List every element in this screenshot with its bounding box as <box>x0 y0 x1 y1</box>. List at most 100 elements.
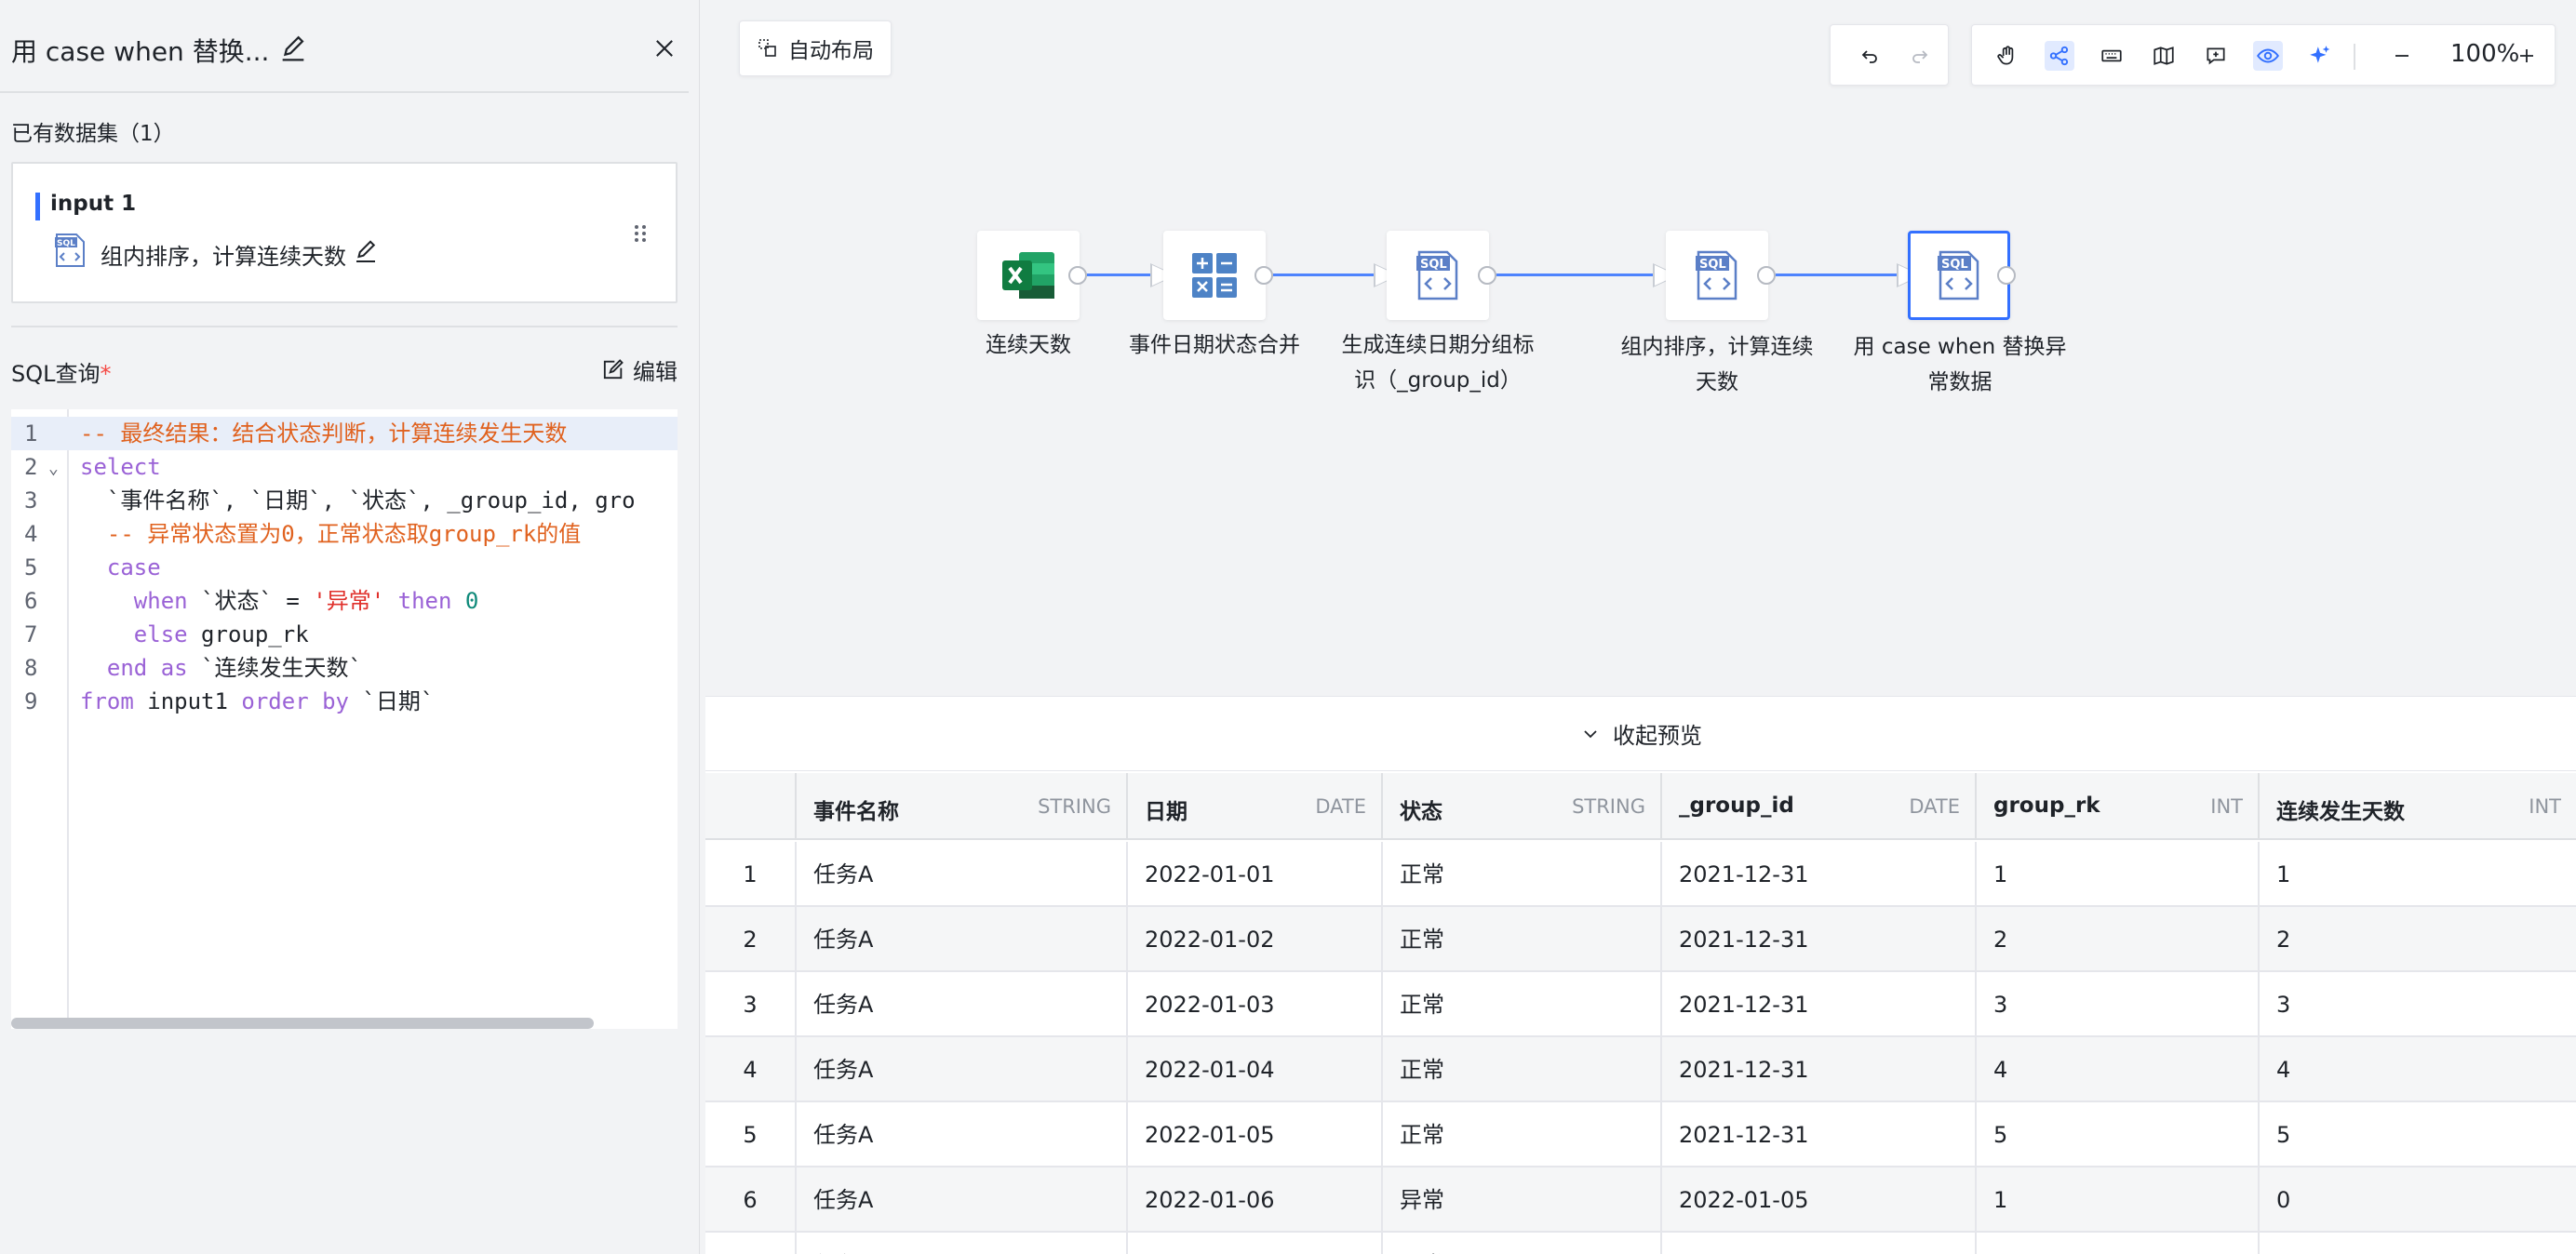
svg-text:SQL: SQL <box>1420 258 1447 272</box>
flow-edge <box>1273 273 1385 276</box>
table-cell: 异常 <box>1383 1167 1662 1233</box>
table-cell: 1 <box>1977 842 2260 907</box>
output-port[interactable] <box>1997 266 2016 285</box>
table-row[interactable]: 1 任务A 2022-01-01 正常 2021-12-31 1 1 <box>705 842 2576 907</box>
table-cell: 任务A <box>797 972 1128 1037</box>
table-cell: 正常 <box>1383 907 1662 972</box>
table-cell: 正常 <box>1383 842 1662 907</box>
data-preview-panel: 收起预览 事件名称 STRING 日期 DATE 状态 STRING _group_i… <box>705 696 2576 1254</box>
undo-button[interactable] <box>1855 41 1885 71</box>
minimap-button[interactable] <box>2149 41 2179 71</box>
row-index: 4 <box>705 1037 797 1102</box>
auto-layout-button[interactable]: 自动布局 <box>739 20 892 76</box>
connect-button[interactable] <box>2045 41 2074 71</box>
comment-button[interactable] <box>2201 41 2231 71</box>
sql-icon: SQL <box>1938 250 1979 300</box>
plus-icon <box>2520 49 2533 62</box>
table-cell: 2022-01-04 <box>1128 1037 1383 1102</box>
table-cell: 2022-01-01 <box>1128 842 1383 907</box>
table-row[interactable]: 6 任务A 2022-01-06 异常 2022-01-05 1 0 <box>705 1167 2576 1233</box>
close-icon[interactable] <box>651 35 678 61</box>
output-port[interactable] <box>1478 266 1496 285</box>
table-cell: 2022-01-02 <box>1128 907 1383 972</box>
table-cell: 1 <box>1977 1233 2260 1254</box>
column-header[interactable]: 状态 STRING <box>1383 773 1662 840</box>
drag-handle-icon[interactable] <box>631 221 650 246</box>
table-cell: 2022-01-04 <box>1662 1233 1977 1254</box>
node-label: 用 case when 替换异 常数据 <box>1853 335 2067 394</box>
edit-icon <box>603 358 624 379</box>
canvas-toolbar: 100% <box>1971 24 2556 86</box>
sql-editor[interactable]: 1 -- 最终结果：结合状态判断，计算连续发生天数 2 ⌄ select 3 `事件名… <box>11 409 678 1029</box>
column-header[interactable]: group_rk INT <box>1977 773 2260 840</box>
flow-node-excel[interactable] <box>977 231 1080 320</box>
code-line: 3 `事件名称`, `日期`, `状态`, _group_id, gro <box>24 487 636 514</box>
sql-query-label: SQL查询* <box>11 361 112 387</box>
table-row[interactable]: 3 任务A 2022-01-03 正常 2021-12-31 3 3 <box>705 972 2576 1037</box>
column-header[interactable]: _group_id DATE <box>1662 773 1977 840</box>
table-header: 事件名称 STRING 日期 DATE 状态 STRING _group_id DATE… <box>705 773 2576 840</box>
output-port[interactable] <box>1757 266 1776 285</box>
keyboard-button[interactable] <box>2097 41 2127 71</box>
code-line: 9 from input1 order by `日期` <box>24 688 435 714</box>
column-header[interactable]: 连续发生天数 INT <box>2260 773 2576 840</box>
table-cell: 任务A <box>797 1037 1128 1102</box>
edit-sql-button[interactable]: 编辑 <box>599 354 678 386</box>
table-cell: 2021-12-31 <box>1662 972 1977 1037</box>
dataset-card[interactable]: input 1 SQL 组内排序，计算连续天数 <box>11 162 678 303</box>
code-line: 8 end as `连续发生天数` <box>24 655 362 681</box>
table-cell: 任务A <box>797 842 1128 907</box>
flow-edge <box>1776 273 1906 276</box>
column-header[interactable]: 事件名称 STRING <box>797 773 1128 840</box>
edit-title-icon[interactable] <box>277 33 309 65</box>
flow-node-sql-1[interactable]: SQL <box>1387 231 1489 320</box>
table-cell: 0 <box>2276 1187 2291 1213</box>
table-row[interactable]: 5 任务A 2022-01-05 正常 2021-12-31 5 5 <box>705 1102 2576 1167</box>
comment-add-icon <box>2207 47 2225 65</box>
table-row[interactable]: 7任务A2022-01-07正常2022-01-0411 <box>705 1233 2576 1254</box>
table-cell: 5 <box>2276 1122 2291 1148</box>
toolbar-separator <box>2354 44 2355 70</box>
table-row[interactable]: 4 任务A 2022-01-04 正常 2021-12-31 4 4 <box>705 1037 2576 1102</box>
output-port[interactable] <box>1254 266 1273 285</box>
flow-node-calc[interactable] <box>1163 231 1266 320</box>
table-cell: 正常 <box>1383 1233 1662 1254</box>
node-label: 事件日期状态合并 <box>1129 333 1300 357</box>
output-port[interactable] <box>1068 266 1087 285</box>
table-cell: 正常 <box>1383 1037 1662 1102</box>
collapse-preview-button[interactable]: 收起预览 <box>705 697 2576 771</box>
index-header <box>705 773 797 840</box>
table-cell: 2 <box>2276 927 2291 953</box>
table-cell: 正常 <box>1383 972 1662 1037</box>
table-row[interactable]: 2 任务A 2022-01-02 正常 2021-12-31 2 2 <box>705 907 2576 972</box>
table-cell: 3 <box>2276 992 2291 1018</box>
sql-file-icon: SQL <box>54 233 86 268</box>
flow-node-sql-3-selected[interactable]: SQL <box>1908 231 2010 320</box>
code-line: 5 case <box>24 554 161 580</box>
preview-toggle-button[interactable] <box>2253 41 2283 71</box>
minus-icon <box>2395 55 2408 57</box>
ai-assist-button[interactable] <box>2305 41 2335 71</box>
undo-icon <box>1861 50 1877 63</box>
table-cell: 2 <box>1977 907 2260 972</box>
column-header[interactable]: 日期 DATE <box>1128 773 1383 840</box>
calculator-icon <box>1192 253 1237 298</box>
flow-node-sql-2[interactable]: SQL <box>1666 231 1768 320</box>
edit-dataset-icon[interactable] <box>352 238 380 266</box>
pan-hand-button[interactable] <box>1992 41 2022 71</box>
svg-text:SQL: SQL <box>1699 258 1726 272</box>
table-cell: 2021-12-31 <box>1662 1037 1977 1102</box>
redo-button[interactable] <box>1905 41 1935 71</box>
table-cell: 3 <box>1977 972 2260 1037</box>
table-cell: 2022-01-05 <box>1662 1167 1977 1233</box>
table-cell: 4 <box>1977 1037 2260 1102</box>
zoom-in-button[interactable] <box>2512 41 2542 71</box>
table-cell: 2022-01-07 <box>1128 1233 1383 1254</box>
table-cell: 1 <box>2260 1233 2576 1254</box>
zoom-out-button[interactable] <box>2387 41 2417 71</box>
horizontal-scrollbar[interactable] <box>11 1018 594 1029</box>
table-cell: 任务A <box>797 1167 1128 1233</box>
table-cell: 5 <box>1977 1102 2260 1167</box>
share-nodes-icon <box>2049 46 2069 66</box>
fold-icon[interactable]: ⌄ <box>48 452 59 486</box>
